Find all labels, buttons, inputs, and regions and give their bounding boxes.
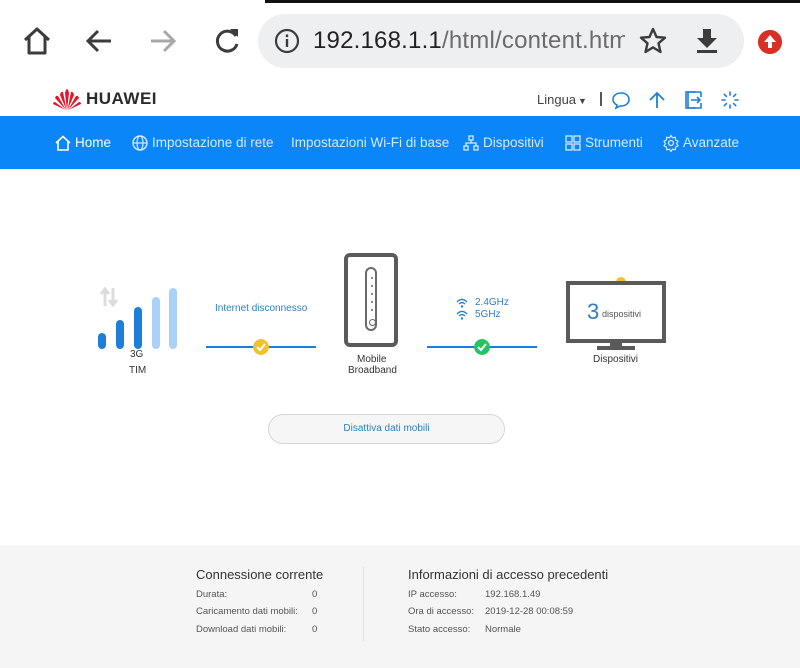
browser-toolbar: 192.168.1.1/html/content.html (0, 0, 800, 80)
panel-divider (363, 567, 364, 641)
network-type: 3G (130, 349, 144, 360)
duration-value: 0 (312, 589, 318, 600)
internet-status: Internet disconnesso (215, 303, 308, 314)
language-label: Lingua (537, 92, 577, 107)
devices-monitor-icon[interactable]: 3 dispositivi (566, 281, 666, 343)
update-available-icon[interactable] (758, 30, 782, 54)
router-indicator (371, 293, 373, 295)
loading-spinner-icon (721, 91, 739, 109)
nav-network-settings[interactable]: Impostazione di rete (131, 116, 274, 169)
home-icon[interactable] (20, 24, 54, 58)
brand-name: HUAWEI (86, 89, 157, 108)
reload-icon[interactable] (210, 24, 244, 58)
url-path: /html/content.html (442, 27, 625, 54)
router-label-line2: Broadband (348, 365, 397, 376)
disable-mobile-data-button[interactable]: Disattiva dati mobili (268, 414, 505, 444)
language-dropdown[interactable]: Lingua ▼ (537, 92, 587, 107)
star-icon[interactable] (638, 26, 668, 56)
url-host: 192.168.1.1 (313, 27, 442, 54)
signal-bar-5 (169, 288, 177, 349)
signal-bar-3 (134, 307, 142, 349)
address-bar[interactable]: 192.168.1.1/html/content.html (258, 14, 744, 68)
header-separator (600, 92, 602, 106)
signal-bar-2 (116, 320, 124, 349)
network-topology (0, 169, 800, 545)
router-indicator (371, 301, 373, 303)
previous-access-title: Informazioni di accesso precedenti (408, 567, 609, 582)
access-time-label: Ora di accesso: (408, 606, 474, 617)
nav-home[interactable]: Home (54, 116, 111, 169)
signal-bar-1 (98, 333, 106, 349)
nav-tools-label: Strumenti (585, 135, 643, 150)
router-power-led (369, 319, 376, 326)
access-status-value: Normale (485, 624, 521, 635)
forward-arrow-icon[interactable] (146, 24, 180, 58)
wifi-icon (456, 310, 468, 320)
wifi-band-5: 5GHz (475, 309, 501, 320)
download-icon[interactable] (692, 26, 722, 56)
nav-home-label: Home (75, 135, 112, 150)
access-time-value: 2019-12-28 00:08:59 (485, 606, 574, 617)
nav-devices-label: Dispositivi (483, 135, 544, 150)
grid-icon (565, 134, 581, 151)
url-text[interactable]: 192.168.1.1/html/content.html (313, 27, 625, 55)
router-indicator (371, 309, 373, 311)
router-label-line1: Mobile (357, 354, 387, 365)
wifi-band-24: 2.4GHz (475, 297, 509, 308)
data-transfer-arrows-icon (100, 286, 118, 308)
monitor-base (597, 346, 635, 350)
access-ip-value: 192.168.1.49 (485, 589, 541, 600)
nav-wifi-basic[interactable]: Impostazioni Wi-Fi di base (291, 116, 449, 169)
chat-bubble-icon[interactable] (611, 90, 631, 110)
operator-name: TIM (129, 365, 147, 376)
ok-check-icon (474, 339, 490, 355)
upload-data-value: 0 (312, 606, 318, 617)
router-front-panel (365, 267, 377, 331)
caret-down-icon: ▼ (578, 96, 587, 106)
nav-advanced[interactable]: Avanzate (662, 116, 739, 169)
router-indicator (371, 277, 373, 279)
router-indicator (371, 285, 373, 287)
nav-network-settings-label: Impostazione di rete (152, 135, 274, 150)
brand[interactable]: HUAWEI (52, 86, 157, 112)
devices-label: Dispositivi (593, 354, 639, 365)
download-data-value: 0 (312, 624, 318, 635)
huawei-logo-icon (53, 89, 81, 110)
nav-tools[interactable]: Strumenti (564, 116, 643, 169)
upload-arrow-icon[interactable] (647, 90, 667, 110)
current-connection-title: Connessione corrente (196, 567, 324, 582)
access-ip-label: IP accesso: (408, 589, 457, 600)
access-status-label: Stato accesso: (408, 624, 471, 635)
signal-bar-4 (152, 297, 160, 349)
device-count: 3 (587, 299, 600, 324)
home-icon (55, 134, 71, 151)
window-top-edge (0, 0, 800, 3)
nav-wifi-basic-label: Impostazioni Wi-Fi di base (291, 135, 450, 150)
upload-data-label: Caricamento dati mobili: (196, 606, 298, 617)
nav-advanced-label: Avanzate (683, 135, 740, 150)
router-device-icon[interactable] (344, 253, 398, 347)
info-icon[interactable] (274, 28, 300, 54)
device-count-label: dispositivi (602, 309, 642, 319)
nav-devices[interactable]: Dispositivi (462, 116, 544, 169)
warning-check-icon (253, 339, 269, 355)
globe-icon (132, 134, 148, 151)
duration-label: Durata: (196, 589, 228, 600)
connection-info-panel (0, 545, 800, 668)
gear-icon (663, 133, 679, 152)
wifi-icon (456, 298, 468, 308)
main-navigation: Home Impostazione di rete Impostazioni W… (0, 116, 800, 169)
logout-icon[interactable] (684, 90, 704, 110)
download-data-label: Download dati mobili: (196, 624, 287, 635)
router-header: HUAWEI Lingua ▼ (0, 80, 800, 116)
network-icon (463, 134, 479, 151)
back-arrow-icon[interactable] (82, 24, 116, 58)
